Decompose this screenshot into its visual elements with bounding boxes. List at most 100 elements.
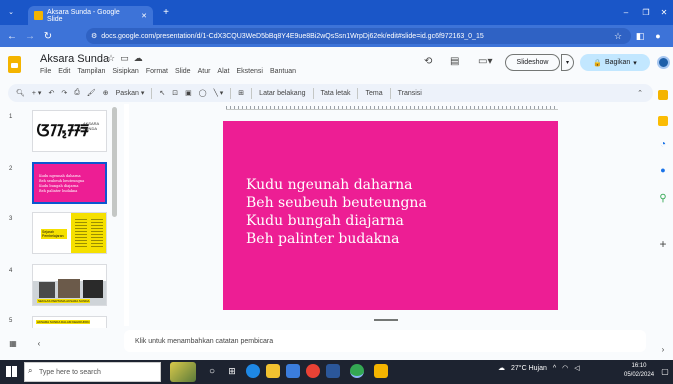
grid-view-icon[interactable]: ▦ — [8, 338, 18, 348]
network-icon[interactable]: ◠ — [562, 364, 568, 372]
share-dropdown-icon[interactable]: ▾ — [633, 59, 637, 67]
speaker-notes[interactable]: Klik untuk menambahkan catatan pembicara — [124, 330, 646, 352]
slide-thumbnail-5[interactable]: AKSARA SUNDA DALAM KEHIDUPAN — [32, 316, 107, 328]
expand-panel-icon[interactable]: › — [657, 343, 669, 355]
minimize-icon[interactable]: – — [620, 6, 632, 18]
layout-button[interactable]: Tata letak — [321, 90, 351, 97]
paint-format-icon[interactable]: 🖌︎ — [87, 89, 96, 97]
file-explorer-icon[interactable] — [266, 364, 280, 378]
news-widget-icon[interactable] — [170, 362, 196, 382]
site-info-icon[interactable]: ⚙ — [91, 32, 97, 40]
url-text: docs.google.com/presentation/d/1-CdX3CQU… — [101, 32, 484, 40]
redo-icon[interactable]: ↷ — [61, 89, 67, 97]
menu-edit[interactable]: Edit — [58, 68, 70, 75]
weather-text[interactable]: 27°C Hujan — [511, 365, 547, 372]
slideshow-button[interactable]: Slideshow — [505, 54, 560, 71]
menu-help[interactable]: Bantuan — [270, 68, 296, 75]
menu-extensions[interactable]: Ekstensi — [236, 68, 262, 75]
slide-thumbnail-3[interactable]: Sejarah Pembelajaran — [32, 212, 107, 254]
menu-tools[interactable]: Alat — [217, 68, 229, 75]
slide-text-box[interactable]: Kudu ngeunah daharna Beh seubeuh beuteun… — [246, 176, 427, 248]
profile-icon[interactable]: ● — [652, 30, 664, 42]
volume-icon[interactable]: ◁ — [574, 364, 579, 372]
back-icon[interactable]: ← — [6, 30, 18, 42]
vertical-ruler — [124, 104, 129, 326]
zoom-app-icon[interactable] — [286, 364, 300, 378]
theme-button[interactable]: Tema — [365, 90, 382, 97]
browser-tab[interactable]: Aksara Sunda - Google Slide ✕ — [28, 6, 153, 25]
maps-icon[interactable]: ⚲ — [657, 192, 669, 204]
collapse-menu-icon[interactable]: ⌃ — [637, 89, 643, 97]
add-comment-icon[interactable]: ⊞ — [238, 89, 244, 97]
forward-icon[interactable]: → — [24, 30, 36, 42]
notes-resize-handle[interactable] — [374, 319, 398, 321]
slide-number: 3 — [9, 216, 13, 222]
chrome-app-icon[interactable] — [306, 364, 320, 378]
zoom-fit-select[interactable]: Paskan ▾ — [116, 89, 145, 97]
star-icon[interactable]: ☆ — [107, 53, 120, 63]
reload-icon[interactable]: ↻ — [42, 30, 54, 42]
line-icon[interactable]: ╲ ▾ — [214, 89, 224, 97]
image-icon[interactable]: ▣ — [185, 89, 192, 97]
slide-thumbnail-2[interactable]: Kudu ngeunah daharna Beh seubeuh beuteun… — [32, 162, 107, 204]
slides-logo-icon[interactable] — [8, 56, 21, 73]
menu-arrange[interactable]: Atur — [198, 68, 211, 75]
tray-overflow-icon[interactable]: ^ — [553, 365, 556, 372]
windows-start-icon[interactable] — [6, 366, 17, 377]
menu-slide[interactable]: Slide — [175, 68, 191, 75]
background-button[interactable]: Latar belakang — [259, 90, 305, 97]
shape-icon[interactable]: ◯ — [199, 89, 207, 97]
taskbar-search-input[interactable]: Type here to search — [24, 362, 161, 382]
menu-view[interactable]: Tampilan — [77, 68, 105, 75]
filmstrip-scrollbar[interactable] — [112, 107, 117, 217]
add-addon-icon[interactable]: + — [657, 237, 669, 251]
slide-thumbnail-1[interactable]: ᮃᮊ᮪ᮞᮛ AKSARA SUNDA — [32, 110, 107, 152]
meet-icon[interactable]: ▭▾ — [478, 56, 492, 67]
contacts-icon[interactable]: ● — [657, 164, 669, 176]
comments-icon[interactable]: ▤ — [450, 56, 459, 67]
menu-format[interactable]: Format — [146, 68, 168, 75]
zoom-icon[interactable]: ⊕ — [103, 89, 109, 97]
widgets-icon[interactable]: ⊞ — [226, 365, 238, 377]
weather-icon[interactable]: ☁ — [498, 364, 505, 372]
tasks-icon[interactable]: ◔ — [657, 138, 669, 150]
document-title[interactable]: Aksara Sunda — [40, 53, 109, 65]
tab-list-icon[interactable]: ⌄ — [6, 7, 16, 17]
new-tab-icon[interactable]: + — [160, 6, 172, 18]
close-tab-icon[interactable]: ✕ — [141, 12, 147, 20]
undo-icon[interactable]: ↶ — [48, 89, 54, 97]
menu-insert[interactable]: Sisipkan — [112, 68, 138, 75]
slide-thumbnail-4[interactable]: SEKILAS PERTAMA AKSARA SUNDA — [32, 264, 107, 306]
slides-app-icon[interactable] — [374, 364, 388, 378]
restore-icon[interactable]: ❐ — [640, 6, 652, 18]
new-slide-icon[interactable]: + ▾ — [32, 89, 42, 97]
collapse-filmstrip-icon[interactable]: ‹ — [34, 338, 44, 348]
chrome-active-app-icon[interactable] — [350, 364, 364, 378]
share-button[interactable]: 🔒 Bagikan ▾ — [580, 54, 650, 71]
system-tray: ☁ 27°C Hujan ^ ◠ ◁ — [498, 364, 580, 373]
bookmark-star-icon[interactable]: ☆ — [612, 30, 624, 42]
text-box-icon[interactable]: ⊡ — [172, 89, 178, 97]
sidepanel-icon[interactable]: ◧ — [634, 30, 646, 42]
move-folder-icon[interactable]: ▭ — [120, 53, 134, 63]
print-icon[interactable]: ⎙ — [74, 89, 80, 97]
slide-number: 4 — [9, 268, 13, 274]
calendar-icon[interactable] — [658, 90, 668, 100]
search-menus-icon[interactable]: 🔍︎ — [16, 89, 25, 97]
task-view-icon[interactable]: ○ — [206, 365, 218, 377]
transition-button[interactable]: Transisi — [398, 90, 422, 97]
taskbar-clock[interactable]: 16:10 05/02/2024 — [624, 362, 654, 380]
word-app-icon[interactable] — [326, 364, 340, 378]
keep-icon[interactable] — [658, 116, 668, 126]
cloud-status-icon[interactable]: ☁ — [134, 53, 148, 63]
select-cursor-icon[interactable]: ↖ — [159, 89, 165, 97]
notifications-icon[interactable]: ▢ — [660, 366, 670, 376]
url-field[interactable]: ⚙ docs.google.com/presentation/d/1-CdX3C… — [86, 28, 631, 44]
close-window-icon[interactable]: ✕ — [658, 6, 670, 18]
avatar[interactable] — [657, 56, 670, 69]
thumb-title-area: Sejarah Pembelajaran — [39, 221, 67, 241]
edge-app-icon[interactable] — [246, 364, 260, 378]
history-icon[interactable]: ⟲ — [424, 56, 432, 67]
thumb-caption: AKSARA SUNDA DALAM KEHIDUPAN — [36, 320, 91, 324]
menu-file[interactable]: File — [40, 68, 51, 75]
